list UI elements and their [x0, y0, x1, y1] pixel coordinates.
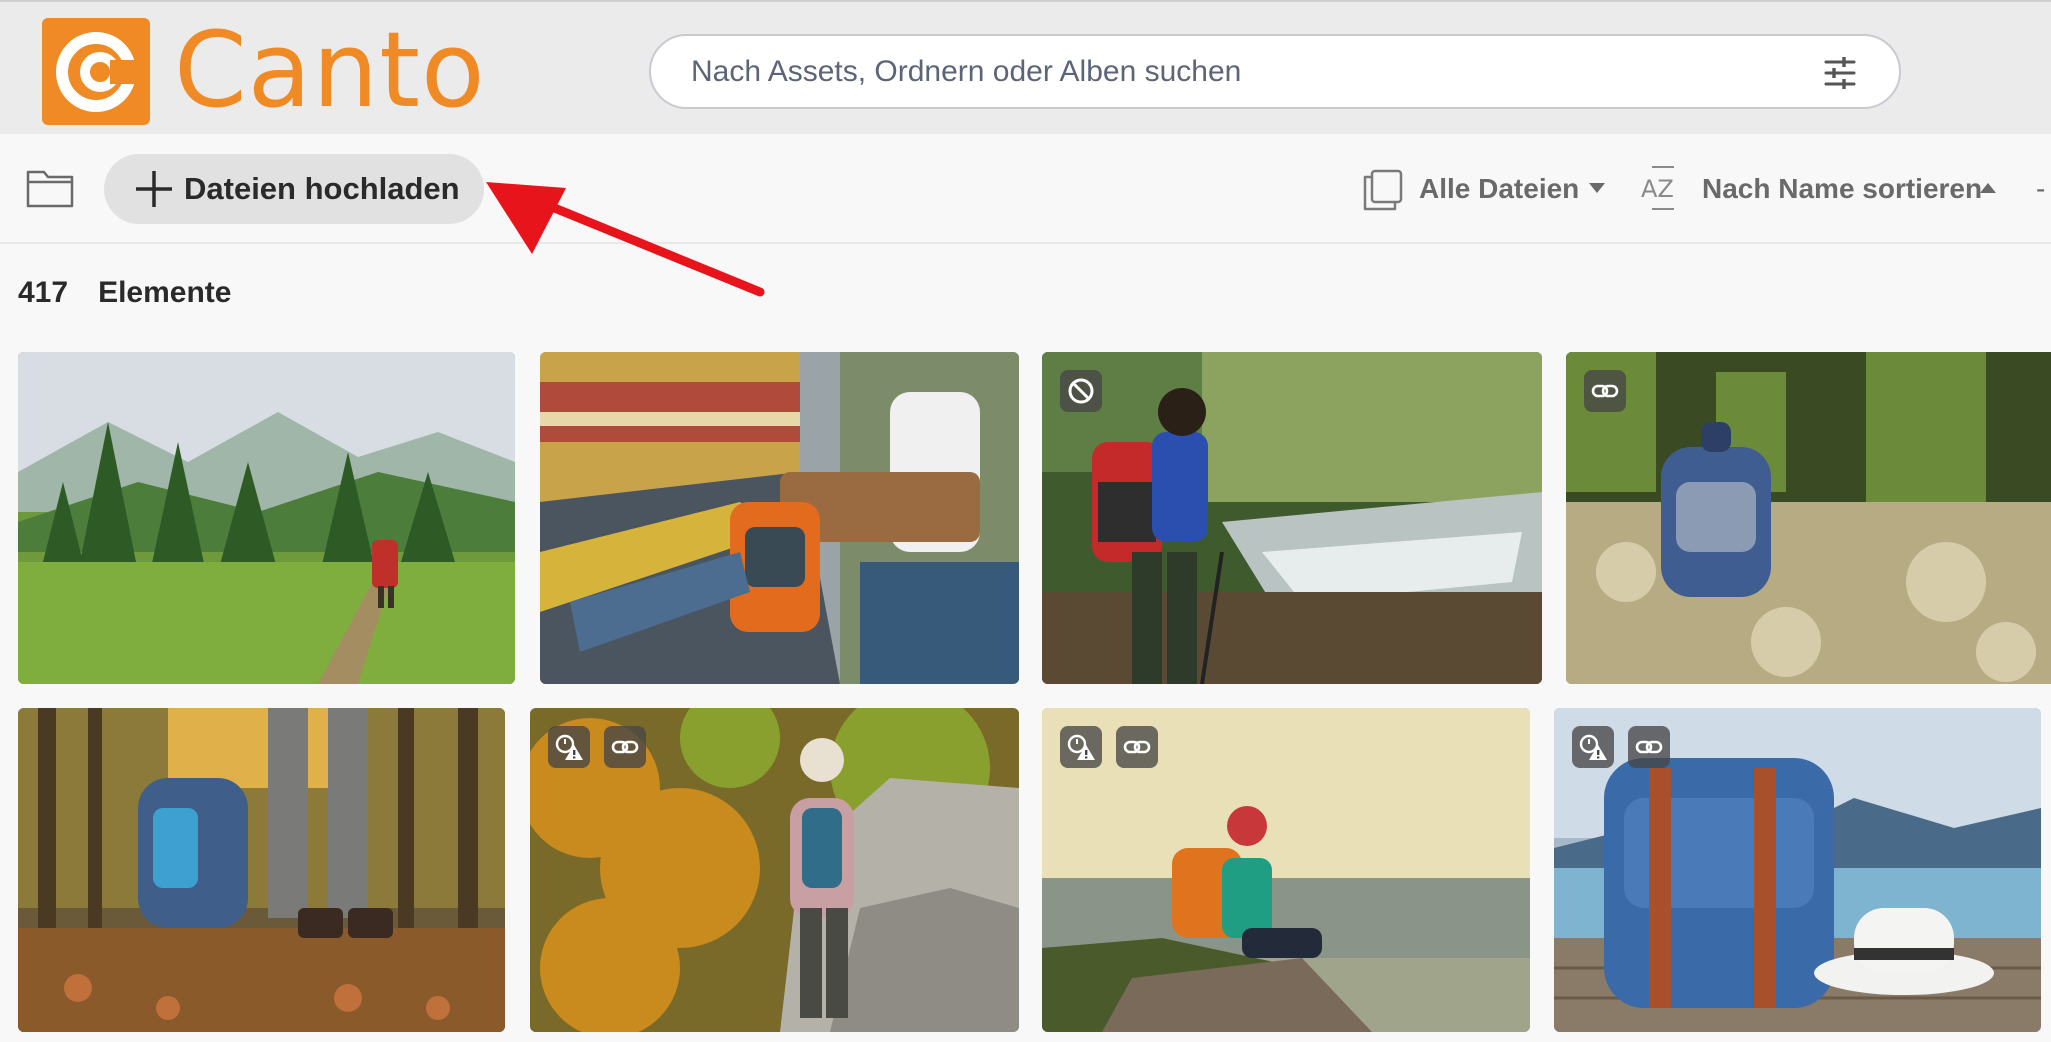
asset-badges — [548, 726, 646, 768]
file-type-filter-dropdown[interactable]: Alle Dateien — [1419, 154, 1579, 224]
asset-thumbnail[interactable] — [1042, 352, 1542, 684]
asset-badges — [1572, 726, 1670, 768]
link-icon — [604, 726, 646, 768]
photo-backpack-moss — [1566, 352, 2051, 684]
top-header: Canto — [0, 0, 2051, 134]
search-bar[interactable] — [649, 34, 1901, 109]
asset-badges — [1584, 370, 1626, 412]
annotation-arrow — [486, 182, 765, 297]
toolbar: Dateien hochladen Alle Dateien AZ Nach N… — [0, 134, 2051, 244]
photo-mountain-meadow — [18, 352, 515, 684]
photo-autumn-path — [18, 708, 505, 1032]
asset-thumbnail[interactable] — [18, 352, 515, 684]
sort-icon-text: AZ — [1641, 175, 1674, 203]
sort-by-name-dropdown[interactable]: Nach Name sortieren — [1702, 154, 1982, 224]
link-icon — [1116, 726, 1158, 768]
sort-az-icon[interactable]: AZ — [1640, 164, 1686, 212]
upload-files-button[interactable]: Dateien hochladen — [104, 154, 484, 224]
item-count-number: 417 — [18, 276, 69, 309]
plus-icon — [136, 171, 172, 207]
canto-logo-icon — [56, 32, 136, 112]
expiry-warning-icon — [548, 726, 590, 768]
chevron-down-icon[interactable] — [1589, 182, 1605, 194]
item-count-unit: Elemente — [98, 276, 232, 309]
asset-thumbnail[interactable] — [18, 708, 505, 1032]
item-count: 417 Elemente — [18, 270, 231, 316]
chevron-up-icon[interactable] — [1980, 182, 1996, 194]
canto-logo-text[interactable]: Canto — [174, 10, 486, 130]
canto-app: Canto Nach Assets, Ordnern oder Alben su… — [0, 0, 2051, 1042]
asset-thumbnail[interactable] — [1554, 708, 2041, 1032]
asset-thumbnail[interactable] — [1566, 352, 2051, 684]
expiry-warning-icon — [1572, 726, 1614, 768]
expiry-warning-icon — [1060, 726, 1102, 768]
asset-badges — [1060, 726, 1158, 768]
upload-button-label: Dateien hochladen — [184, 171, 460, 206]
photo-forest-stream — [1042, 352, 1542, 684]
canto-logo-mark[interactable] — [42, 18, 150, 125]
asset-thumbnail[interactable] — [540, 352, 1019, 684]
asset-thumbnail[interactable] — [530, 708, 1019, 1032]
asset-thumbnail[interactable] — [1042, 708, 1530, 1032]
search-input[interactable] — [691, 50, 1771, 94]
asset-badges — [1060, 370, 1102, 412]
files-icon[interactable] — [1360, 168, 1404, 212]
view-option-icon[interactable]: - — [2036, 154, 2045, 224]
folder-icon[interactable] — [26, 168, 74, 208]
photo-train-station — [540, 352, 1019, 684]
sliders-icon[interactable] — [1823, 56, 1857, 90]
restricted-icon — [1060, 370, 1102, 412]
link-icon — [1584, 370, 1626, 412]
link-icon — [1628, 726, 1670, 768]
